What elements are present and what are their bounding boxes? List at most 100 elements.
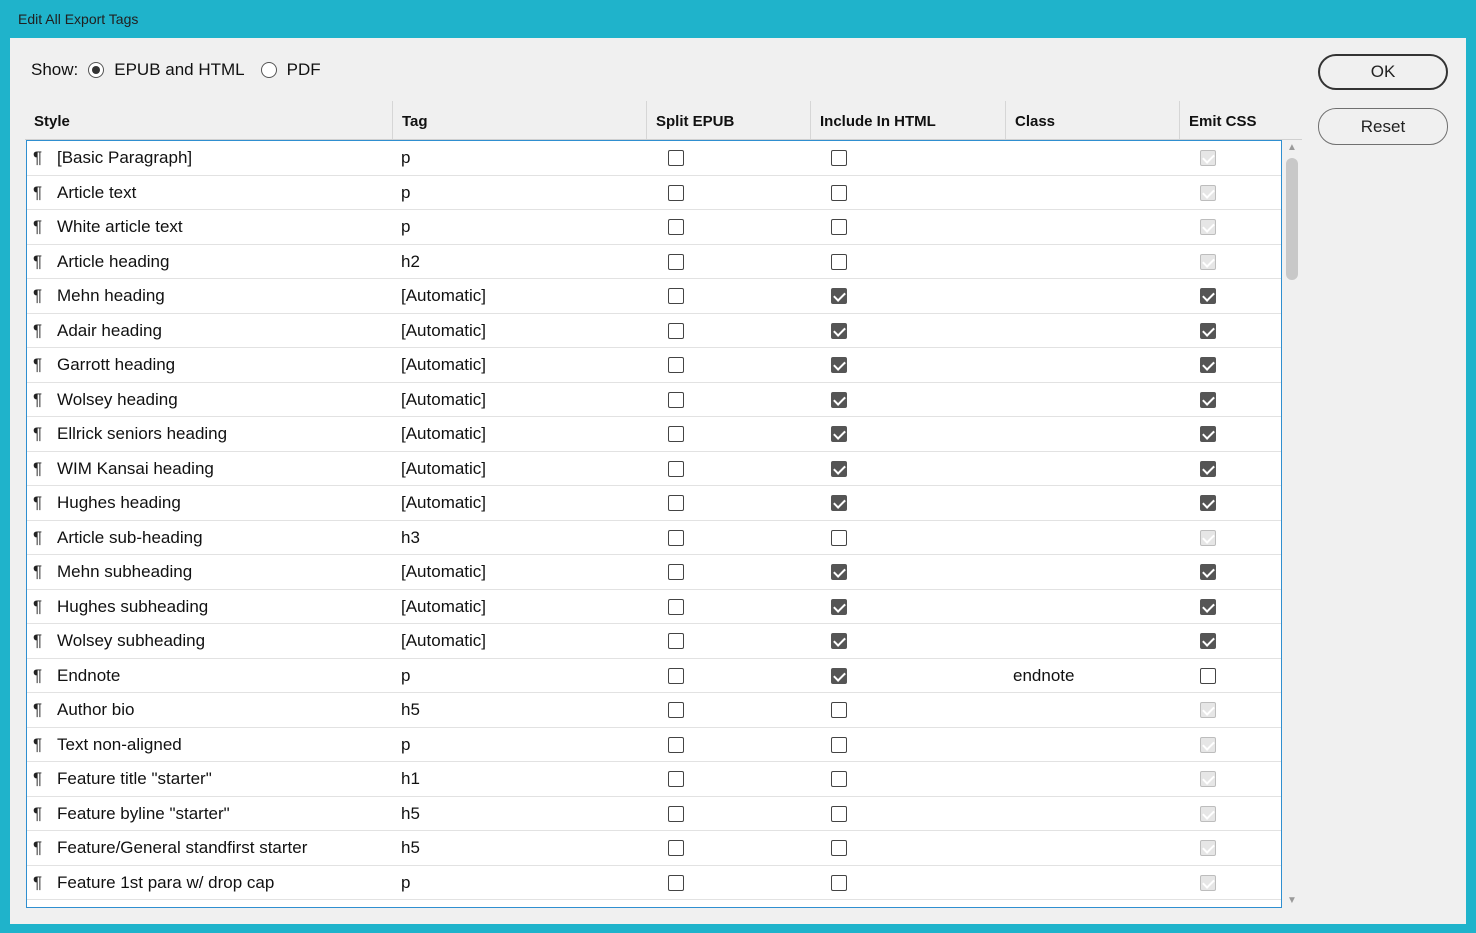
include-in-html-checkbox[interactable] bbox=[831, 633, 847, 649]
tag-value[interactable]: [Automatic] bbox=[401, 555, 486, 589]
include-in-html-checkbox[interactable] bbox=[831, 805, 847, 822]
emit-css-checkbox[interactable] bbox=[1200, 288, 1216, 304]
emit-css-checkbox[interactable] bbox=[1200, 460, 1216, 477]
column-header-tag[interactable]: Tag bbox=[393, 101, 647, 139]
table-row[interactable]: ¶ Hughes subheading [Automatic] bbox=[27, 590, 1281, 624]
table-row[interactable]: ¶ Author bio h5 bbox=[27, 693, 1281, 728]
include-in-html-checkbox[interactable] bbox=[831, 357, 847, 373]
column-header-split-epub[interactable]: Split EPUB bbox=[647, 101, 811, 139]
ok-button[interactable]: OK bbox=[1318, 54, 1448, 90]
include-in-html-checkbox[interactable] bbox=[831, 840, 847, 856]
emit-css-checkbox[interactable] bbox=[1200, 667, 1216, 684]
tag-value[interactable]: p bbox=[401, 210, 410, 244]
include-in-html-checkbox[interactable] bbox=[831, 391, 847, 408]
split-epub-checkbox[interactable] bbox=[668, 184, 684, 201]
tag-value[interactable]: h3 bbox=[401, 521, 420, 555]
tag-value[interactable]: [Automatic] bbox=[401, 590, 486, 624]
table-row[interactable]: ¶ Mehn subheading [Automatic] bbox=[27, 555, 1281, 590]
tag-value[interactable]: [Automatic] bbox=[401, 383, 486, 417]
split-epub-checkbox[interactable] bbox=[668, 736, 684, 753]
table-row[interactable]: ¶ Wolsey subheading [Automatic] bbox=[27, 624, 1281, 659]
table-row[interactable]: ¶ Endnote p endnote bbox=[27, 659, 1281, 693]
split-epub-checkbox[interactable] bbox=[668, 150, 684, 166]
column-header-include-in-html[interactable]: Include In HTML bbox=[811, 101, 1006, 139]
split-epub-checkbox[interactable] bbox=[668, 426, 684, 442]
include-in-html-checkbox[interactable] bbox=[831, 495, 847, 511]
split-epub-checkbox[interactable] bbox=[668, 564, 684, 580]
table-row[interactable]: ¶ [Basic Paragraph] p bbox=[27, 141, 1281, 176]
tag-value[interactable]: [Automatic] bbox=[401, 417, 486, 451]
column-header-emit-css[interactable]: Emit CSS bbox=[1180, 101, 1302, 139]
emit-css-checkbox[interactable] bbox=[1200, 598, 1216, 615]
tag-value[interactable]: [Automatic] bbox=[401, 279, 486, 313]
table-row[interactable]: ¶ WIM Kansai heading [Automatic] bbox=[27, 452, 1281, 486]
split-epub-checkbox[interactable] bbox=[668, 702, 684, 718]
tag-value[interactable]: [Automatic] bbox=[401, 486, 486, 520]
tag-value[interactable]: [Automatic] bbox=[401, 624, 486, 658]
table-row[interactable]: ¶ Article sub-heading h3 bbox=[27, 521, 1281, 555]
class-value[interactable]: endnote bbox=[1013, 659, 1074, 693]
split-epub-checkbox[interactable] bbox=[668, 771, 684, 787]
table-row[interactable]: ¶ Hughes heading [Automatic] bbox=[27, 486, 1281, 521]
table-row[interactable]: ¶ Mehn heading [Automatic] bbox=[27, 279, 1281, 314]
include-in-html-checkbox[interactable] bbox=[831, 460, 847, 477]
scroll-down-arrow-icon[interactable]: ▼ bbox=[1287, 895, 1297, 906]
include-in-html-checkbox[interactable] bbox=[831, 771, 847, 787]
table-row[interactable]: ¶ Wolsey heading [Automatic] bbox=[27, 383, 1281, 417]
tag-value[interactable]: h5 bbox=[401, 797, 420, 831]
include-in-html-checkbox[interactable] bbox=[831, 288, 847, 304]
table-row[interactable]: ¶ Feature/General standfirst starter h5 bbox=[27, 831, 1281, 866]
include-in-html-checkbox[interactable] bbox=[831, 736, 847, 753]
radio-button[interactable] bbox=[260, 62, 277, 78]
table-row[interactable]: ¶ Garrott heading [Automatic] bbox=[27, 348, 1281, 383]
split-epub-checkbox[interactable] bbox=[668, 357, 684, 373]
table-row[interactable]: ¶ Feature byline "starter" h5 bbox=[27, 797, 1281, 831]
table-row[interactable]: ¶ White article text p bbox=[27, 210, 1281, 245]
include-in-html-checkbox[interactable] bbox=[831, 322, 847, 339]
include-in-html-checkbox[interactable] bbox=[831, 184, 847, 201]
tag-value[interactable]: p bbox=[401, 728, 410, 762]
split-epub-checkbox[interactable] bbox=[668, 460, 684, 477]
emit-css-checkbox[interactable] bbox=[1200, 391, 1216, 408]
split-epub-checkbox[interactable] bbox=[668, 495, 684, 511]
column-header-class[interactable]: Class bbox=[1006, 101, 1180, 139]
include-in-html-checkbox[interactable] bbox=[831, 667, 847, 684]
split-epub-checkbox[interactable] bbox=[668, 633, 684, 649]
radio-button[interactable] bbox=[88, 62, 105, 78]
table-row[interactable]: ¶ Article heading h2 bbox=[27, 245, 1281, 279]
emit-css-checkbox[interactable] bbox=[1200, 322, 1216, 339]
reset-button[interactable]: Reset bbox=[1318, 108, 1448, 145]
radio-pdf[interactable]: PDF bbox=[260, 60, 321, 80]
include-in-html-checkbox[interactable] bbox=[831, 564, 847, 580]
table-row[interactable]: ¶ Feature 1st para w/ drop cap p bbox=[27, 866, 1281, 900]
emit-css-checkbox[interactable] bbox=[1200, 426, 1216, 442]
tag-value[interactable]: [Automatic] bbox=[401, 348, 486, 382]
tag-value[interactable]: [Automatic] bbox=[401, 452, 486, 486]
tag-value[interactable]: p bbox=[401, 866, 410, 900]
vertical-scrollbar[interactable]: ▲ ▼ bbox=[1283, 140, 1301, 908]
table-row[interactable]: ¶ Text non-aligned p bbox=[27, 728, 1281, 762]
split-epub-checkbox[interactable] bbox=[668, 840, 684, 856]
split-epub-checkbox[interactable] bbox=[668, 322, 684, 339]
table-row[interactable]: ¶ Ellrick seniors heading [Automatic] bbox=[27, 417, 1281, 452]
include-in-html-checkbox[interactable] bbox=[831, 529, 847, 546]
include-in-html-checkbox[interactable] bbox=[831, 702, 847, 718]
split-epub-checkbox[interactable] bbox=[668, 288, 684, 304]
include-in-html-checkbox[interactable] bbox=[831, 598, 847, 615]
tag-value[interactable]: p bbox=[401, 659, 410, 693]
tag-value[interactable]: h1 bbox=[401, 762, 420, 796]
split-epub-checkbox[interactable] bbox=[668, 253, 684, 270]
tag-value[interactable]: h5 bbox=[401, 831, 420, 865]
tag-value[interactable]: h2 bbox=[401, 245, 420, 279]
tag-value[interactable]: [Automatic] bbox=[401, 314, 486, 348]
emit-css-checkbox[interactable] bbox=[1200, 357, 1216, 373]
scroll-up-arrow-icon[interactable]: ▲ bbox=[1287, 142, 1297, 153]
emit-css-checkbox[interactable] bbox=[1200, 495, 1216, 511]
include-in-html-checkbox[interactable] bbox=[831, 219, 847, 235]
include-in-html-checkbox[interactable] bbox=[831, 874, 847, 891]
table-row[interactable]: ¶ Feature title "starter" h1 bbox=[27, 762, 1281, 797]
include-in-html-checkbox[interactable] bbox=[831, 150, 847, 166]
split-epub-checkbox[interactable] bbox=[668, 598, 684, 615]
split-epub-checkbox[interactable] bbox=[668, 219, 684, 235]
split-epub-checkbox[interactable] bbox=[668, 391, 684, 408]
